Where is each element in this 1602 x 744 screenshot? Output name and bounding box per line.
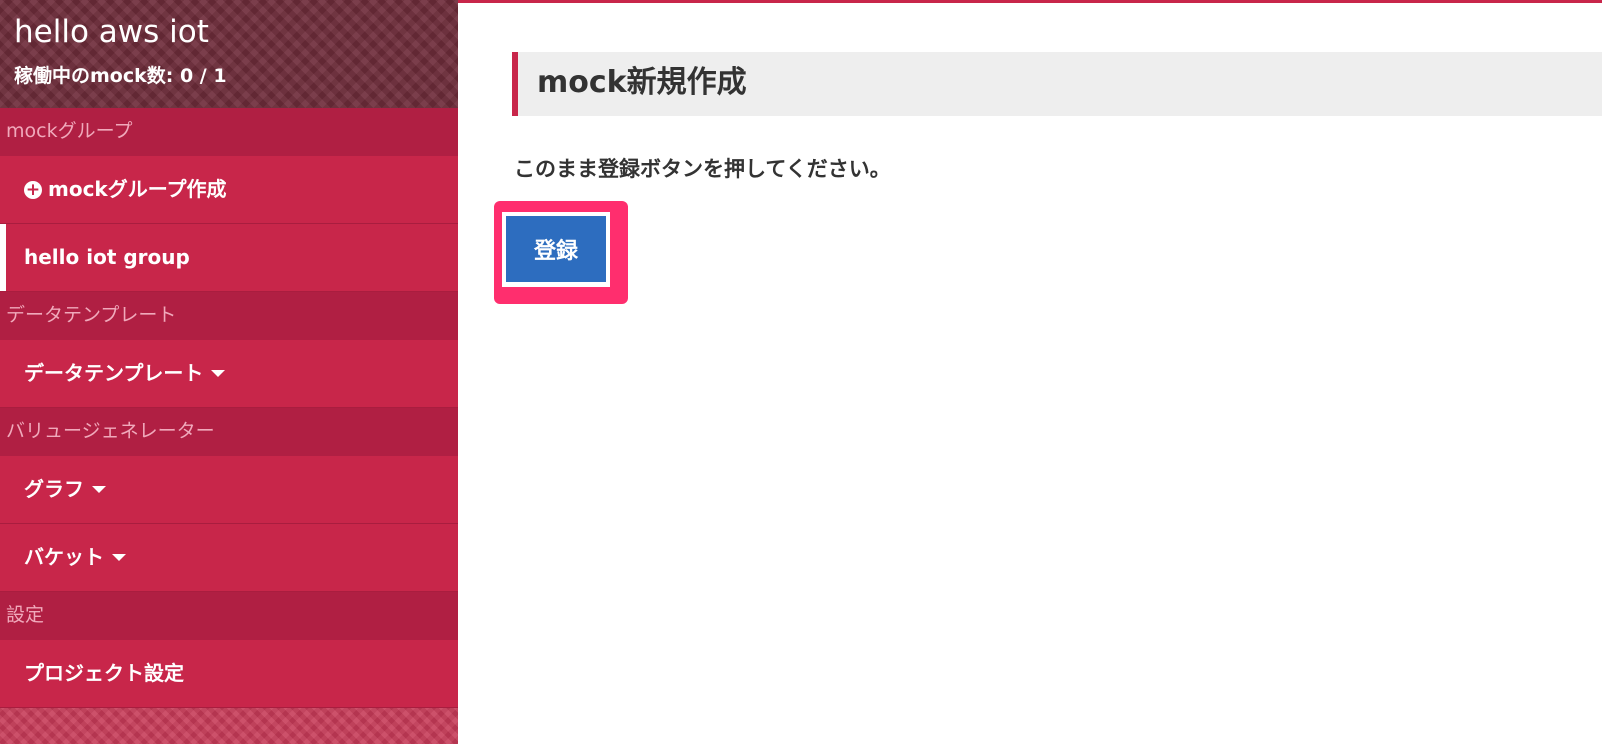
highlight-inner: 登録 [502, 212, 610, 287]
sidebar-item-hello-iot-group[interactable]: hello iot group [0, 224, 458, 292]
sidebar-item-label: mockグループ作成 [48, 177, 227, 201]
highlight-frame: 登録 [494, 201, 628, 304]
plus-circle-icon: + [24, 180, 42, 200]
sidebar-item-graph[interactable]: グラフ [0, 456, 458, 524]
sidebar-header: hello aws iot 稼働中のmock数: 0 / 1 [0, 0, 458, 108]
register-button[interactable]: 登録 [506, 216, 606, 282]
sidebar-item-project-settings[interactable]: プロジェクト設定 [0, 640, 458, 708]
sidebar-item-label: データテンプレート [24, 361, 204, 385]
main-content: mock新規作成 このまま登録ボタンを押してください。 登録 [458, 0, 1602, 744]
sidebar-item-label: hello iot group [24, 245, 190, 269]
sidebar-item-label: プロジェクト設定 [24, 661, 184, 685]
sidebar-footer [0, 708, 458, 744]
sidebar-item-label: グラフ [24, 477, 84, 501]
caret-down-icon [211, 370, 226, 377]
caret-down-icon [92, 486, 106, 493]
caret-down-icon [112, 554, 126, 561]
running-mock-count: 稼働中のmock数: 0 / 1 [14, 65, 227, 87]
sidebar-item-create-mock-group[interactable]: + mockグループ作成 [0, 156, 458, 224]
section-header-settings: 設定 [0, 592, 458, 640]
section-header-data-template: データテンプレート [0, 292, 458, 340]
app-title[interactable]: hello aws iot [14, 12, 444, 52]
sidebar-item-bucket[interactable]: バケット [0, 524, 458, 592]
page-title: mock新規作成 [512, 52, 1602, 116]
section-header-mock-group: mockグループ [0, 108, 458, 156]
sidebar-item-label: バケット [24, 545, 104, 569]
sidebar-item-data-template[interactable]: データテンプレート [0, 340, 458, 408]
section-header-value-generator: バリュージェネレーター [0, 408, 458, 456]
instruction-text: このまま登録ボタンを押してください。 [514, 157, 891, 181]
sidebar: hello aws iot 稼働中のmock数: 0 / 1 mockグループ … [0, 0, 458, 744]
